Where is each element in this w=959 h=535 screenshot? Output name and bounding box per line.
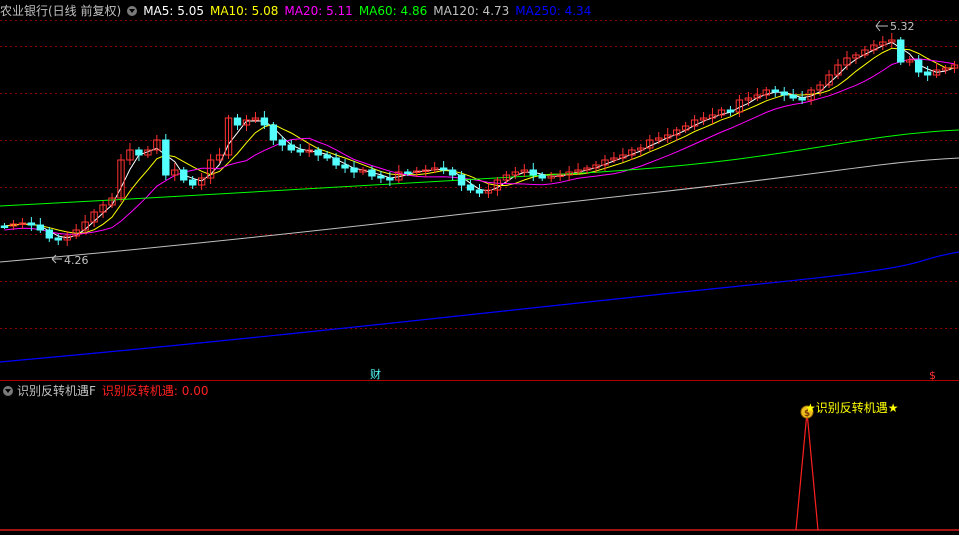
candle-body[interactable] (439, 167, 448, 171)
ma250-line (0, 251, 959, 363)
candle-body[interactable] (466, 184, 475, 191)
candle-body[interactable] (780, 91, 788, 96)
candle-body[interactable] (323, 154, 331, 159)
candle-body[interactable] (377, 175, 385, 179)
high-price-label: 5.32 (890, 20, 915, 33)
candle-body[interactable] (36, 224, 45, 231)
candle-body[interactable] (269, 124, 278, 141)
candle-body[interactable] (368, 169, 376, 177)
candle-body[interactable] (457, 174, 466, 186)
candle-body[interactable] (296, 149, 304, 153)
candle-body[interactable] (188, 179, 197, 186)
candle-body[interactable] (475, 189, 484, 194)
candle-body[interactable] (529, 169, 537, 176)
dropdown-circle-icon[interactable] (3, 386, 13, 396)
candle-body[interactable] (233, 117, 242, 126)
candle-body[interactable] (448, 169, 457, 176)
indicator-name[interactable]: 识别反转机遇F (17, 384, 96, 398)
candle-body[interactable] (798, 97, 806, 101)
candle-body[interactable] (45, 229, 53, 239)
event-marker-dollar-label[interactable]: $ (929, 369, 936, 382)
candle-body[interactable] (135, 149, 143, 156)
indicator-legend: 识别反转机遇F 识别反转机遇: 0.00 (0, 382, 214, 400)
low-price-label: 4.26 (64, 254, 89, 267)
stock-title: 农业银行(日线 前复权) (0, 4, 122, 18)
candle-body[interactable] (27, 222, 36, 226)
dropdown-circle-icon[interactable] (127, 6, 138, 16)
candle-body[interactable] (278, 139, 287, 146)
candle-body[interactable] (341, 164, 349, 169)
ma-legend-item: MA120: 4.73 (433, 4, 510, 18)
candle-body[interactable] (260, 117, 269, 126)
main-legend: 农业银行(日线 前复权) MA5: 5.05 MA10: 5.08 MA20: 5.1… (0, 2, 603, 20)
ma-legend-item: MA5: 5.05 (143, 4, 204, 18)
candle-body[interactable] (538, 174, 546, 179)
candle-body[interactable] (350, 167, 358, 173)
candle-body[interactable] (54, 237, 62, 241)
moving-average-lines (0, 41, 959, 363)
high-price-arrow (875, 20, 888, 32)
candle-body[interactable] (914, 59, 923, 73)
candle-body[interactable] (923, 71, 932, 76)
indicator-value: 识别反转机遇: 0.00 (101, 384, 209, 398)
candle-body[interactable] (287, 144, 295, 151)
candlesticks[interactable] (0, 33, 959, 246)
ma20-line (4, 58, 955, 235)
candle-body[interactable] (897, 39, 905, 63)
ma-legend-item: MA20: 5.11 (284, 4, 353, 18)
candle-body[interactable] (386, 177, 394, 181)
candle-body[interactable] (180, 169, 188, 181)
indicator-signal-label: ★识别反转机遇★ (805, 400, 899, 415)
ma-legend-items: MA5: 5.05 MA10: 5.08 MA20: 5.11 MA60: 4.86 M… (143, 4, 597, 18)
indicator-spike (795, 411, 819, 531)
candle-body[interactable] (771, 89, 779, 93)
candle-body[interactable] (404, 171, 412, 174)
candle-body[interactable] (162, 139, 170, 176)
candle-body[interactable] (789, 94, 797, 99)
ma-legend-item: MA60: 4.86 (358, 4, 428, 18)
candle-body[interactable] (0, 225, 9, 228)
event-marker-cai-label[interactable]: 财 (370, 367, 381, 381)
ma-legend-item: MA10: 5.08 (209, 4, 279, 18)
stock-chart[interactable]: 5.32 4.26 财 $ $ ★识别反转机遇★ (0, 0, 959, 535)
ma-legend-item: MA250: 4.34 (515, 4, 592, 18)
price-marks: 5.32 4.26 (51, 20, 915, 267)
candle-body[interactable] (726, 109, 735, 113)
candle-body[interactable] (314, 149, 322, 156)
candle-body[interactable] (332, 157, 340, 166)
